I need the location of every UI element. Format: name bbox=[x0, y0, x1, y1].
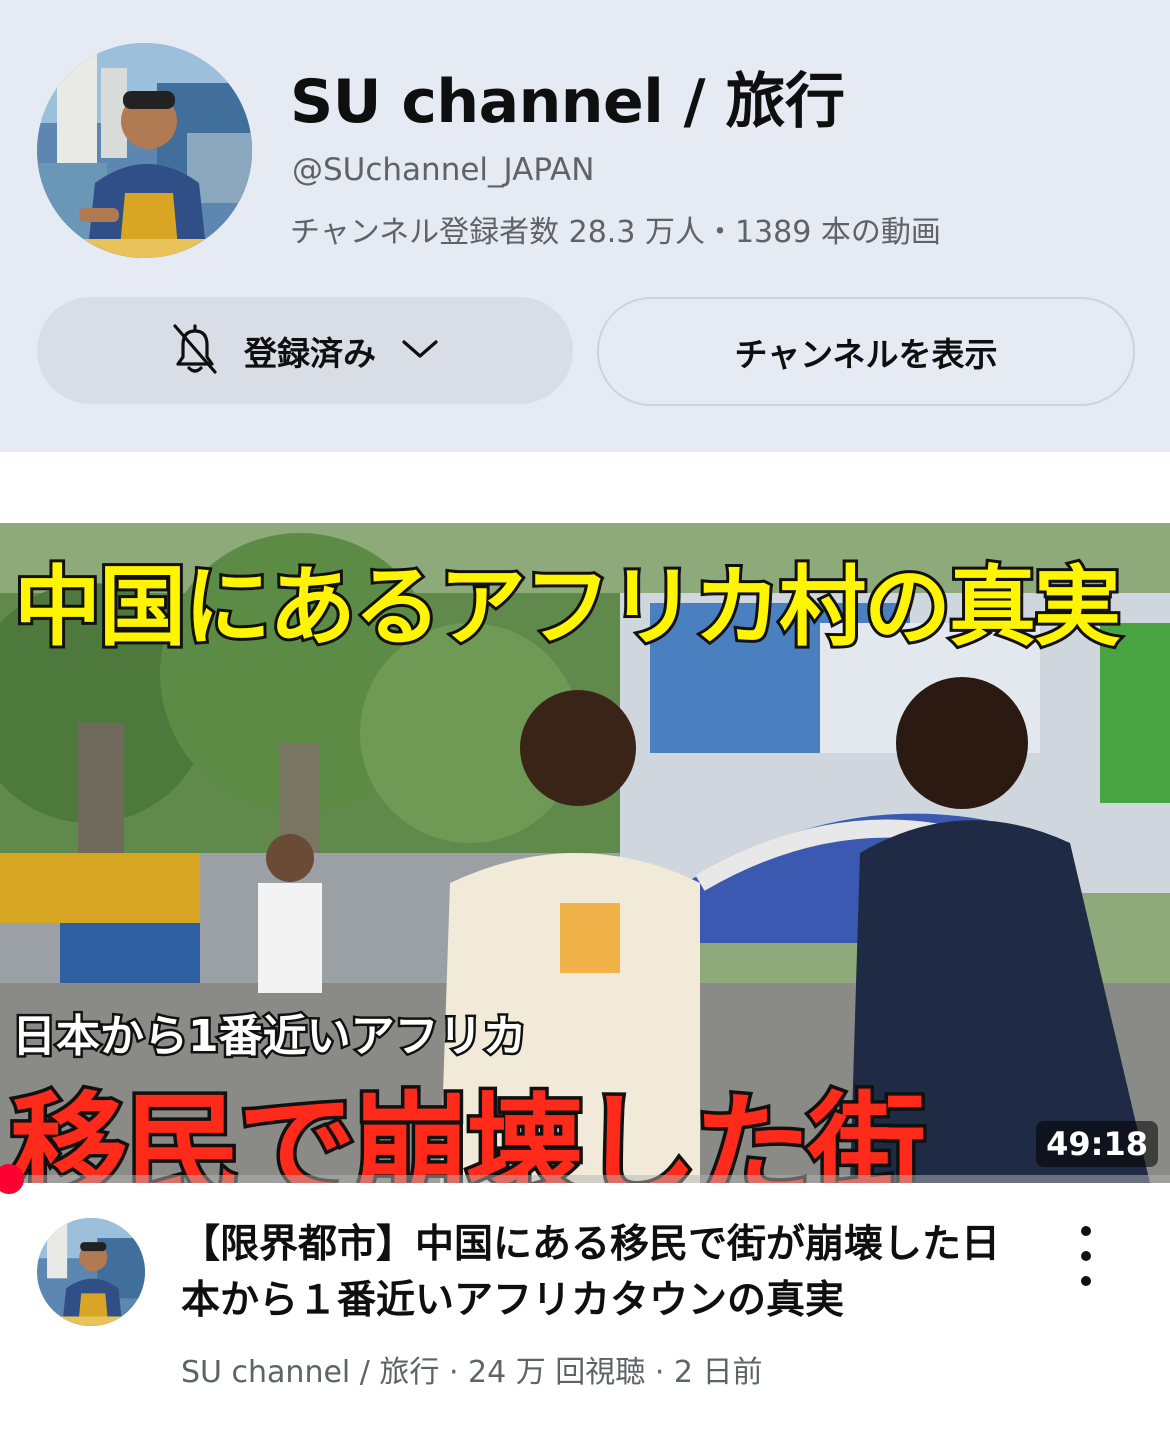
watch-progress-marker bbox=[0, 1164, 24, 1194]
thumbnail-headline: 中国にあるアフリカ村の真実 bbox=[11, 553, 1124, 661]
view-channel-button[interactable]: チャンネルを表示 bbox=[597, 297, 1135, 406]
video-meta: SU channel / 旅行 · 24 万 回視聴 · 2 日前 bbox=[181, 1355, 763, 1390]
subscribed-label: 登録済み bbox=[244, 333, 376, 373]
channel-stats: チャンネル登録者数 28.3 万人・1389 本の動画 bbox=[290, 215, 941, 250]
channel-handle: @SUchannel_JAPAN bbox=[292, 152, 595, 188]
video-duration: 49:18 bbox=[1036, 1121, 1158, 1167]
chevron-down-icon bbox=[400, 334, 440, 368]
more-vert-icon[interactable] bbox=[1062, 1226, 1110, 1286]
thumbnail-main-caption: 移民で崩壊した街 bbox=[6, 1077, 929, 1184]
subscribed-button[interactable]: 登録済み bbox=[37, 297, 573, 404]
watch-progress-track bbox=[0, 1175, 1170, 1183]
channel-title: SU channel / 旅行 bbox=[290, 67, 845, 137]
channel-avatar[interactable] bbox=[37, 43, 252, 258]
bell-off-icon bbox=[170, 321, 220, 381]
channel-header: SU channel / 旅行 @SUchannel_JAPAN チャンネル登録… bbox=[0, 0, 1170, 452]
video-thumbnail[interactable]: 中国にあるアフリカ村の真実 日本から1番近いアフリカ 移民で崩壊した街 49:1… bbox=[0, 523, 1170, 1183]
video-channel-avatar[interactable] bbox=[37, 1218, 145, 1326]
video-title[interactable]: 【限界都市】中国にある移民で街が崩壊した日本から１番近いアフリカタウンの真実 bbox=[181, 1217, 1011, 1329]
